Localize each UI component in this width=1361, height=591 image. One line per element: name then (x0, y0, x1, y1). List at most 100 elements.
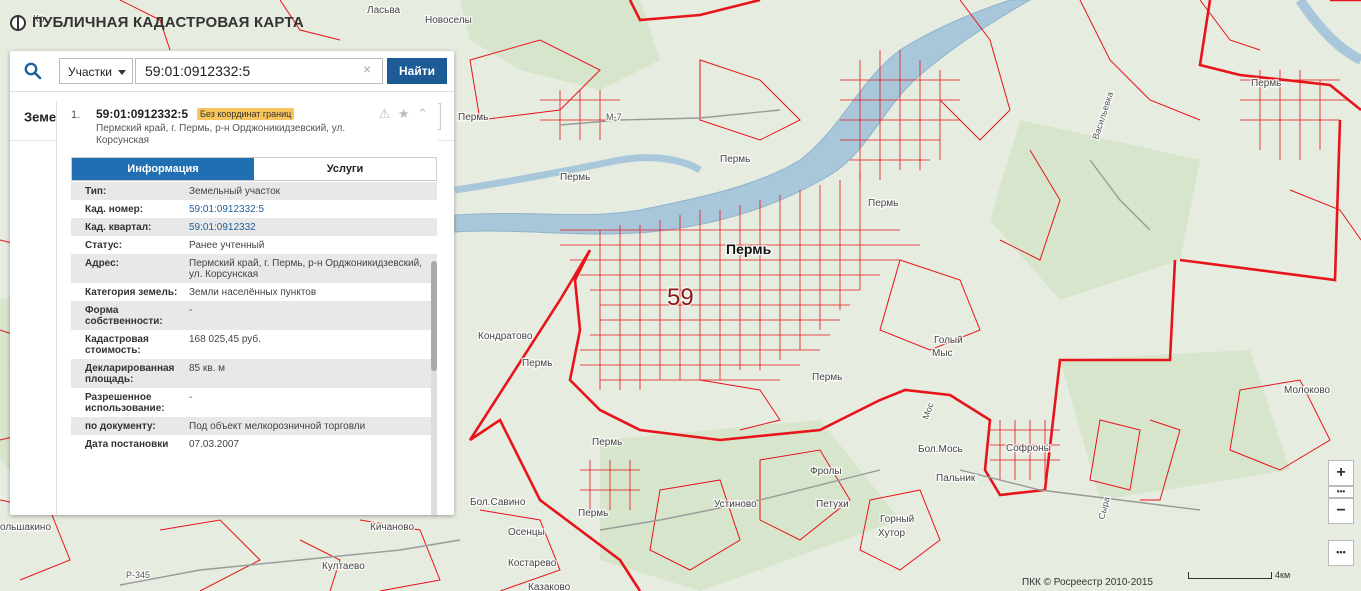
scrollbar[interactable] (431, 261, 437, 515)
zoom-slider-icon[interactable]: ••• (1328, 486, 1354, 498)
scale-label: 4км (1275, 570, 1291, 580)
cadastral-quarter-link[interactable]: 59:01:0912332 (189, 222, 437, 233)
attribute-key: Кад. номер: (85, 204, 144, 215)
attribute-value: Пермский край, г. Пермь, р-н Орджоникидз… (189, 258, 422, 280)
chevron-down-icon (118, 70, 126, 75)
place-label: Молоково (1284, 385, 1331, 396)
attribute-row: Адрес: Пермский край, г. Пермь, р-н Орджо… (71, 254, 437, 283)
road-label: Р-345 (126, 570, 150, 580)
place-label: Бол.Мось (918, 444, 963, 455)
place-label: Култаево (322, 561, 365, 572)
attribute-key: по документу: (85, 421, 156, 432)
attribute-row: Кад. квартал: 59:01:0912332 (71, 218, 437, 236)
attribute-value: Земельный участок (189, 186, 281, 197)
attribute-row: Форма собственности: - (71, 301, 437, 330)
place-label: Устиново (714, 499, 757, 510)
place-label: Петухи (816, 499, 849, 510)
place-label: Пермь (720, 154, 750, 165)
place-label: Пермь (868, 198, 898, 209)
attribute-key: Декларированная площадь: (85, 363, 175, 385)
more-tools-button[interactable]: ••• (1328, 540, 1354, 566)
place-label: Софроны (1006, 442, 1051, 454)
attribute-row: Разрешенное использование: - (71, 388, 437, 417)
tab-information[interactable]: Информация (72, 158, 254, 180)
result-address: Пермский край, г. Пермь, р-н Орджоникидз… (96, 123, 346, 146)
place-label: Пермь (560, 172, 590, 183)
city-label: Пермь (726, 241, 772, 257)
place-label: Казаково (528, 582, 571, 591)
find-button[interactable]: Найти (387, 58, 447, 84)
region-code-label: 59 (667, 284, 694, 311)
result-cadastral-number[interactable]: 59:01:0912332:5 (96, 107, 188, 121)
attribute-value: Земли населённых пунктов (189, 287, 317, 298)
attribute-key: Статус: (85, 240, 123, 251)
attribute-value: Под объект мелкорозничной торговли (189, 421, 366, 432)
attribute-row: Тип: Земельный участок (71, 182, 437, 200)
parcel-card-header[interactable]: 1. 59:01:0912332:5 Без координат границ … (57, 101, 438, 157)
place-label: Ласьва (367, 5, 401, 16)
attribution[interactable]: ПКК © Росреестр 2010-2015 (1022, 577, 1153, 588)
app-title[interactable]: ПУБЛИЧНАЯ КАДАСТРОВАЯ КАРТА (10, 14, 304, 31)
place-label: Осенцы (508, 527, 545, 538)
place-label: ольшакино (0, 522, 51, 533)
attribute-row: Кад. номер: 59:01:0912332:5 (71, 200, 437, 218)
attribute-row: Статус: Ранее учтенный (71, 236, 437, 254)
status-badge: Без координат границ (197, 108, 295, 120)
search-bar: Участки × Найти (10, 51, 454, 92)
place-label: Пермь (458, 112, 488, 123)
zoom-in-button[interactable]: + (1328, 460, 1354, 486)
attribute-key: Категория земель: (85, 287, 178, 298)
attribute-key: Кад. квартал: (85, 222, 152, 233)
result-index: 1. (71, 109, 81, 121)
clear-icon[interactable]: × (363, 61, 371, 77)
place-label: Горный (880, 514, 914, 525)
place-label: Кичаново (370, 522, 414, 533)
road-label: М-7 (606, 112, 622, 122)
place-label: Новоселы (425, 15, 472, 26)
attribute-value: - (189, 392, 193, 403)
place-label: Хутор (878, 528, 905, 539)
attribute-row: по документу: Под объект мелкорозничной т… (71, 417, 437, 435)
search-icon[interactable] (24, 62, 42, 80)
logo-icon (10, 14, 26, 31)
app-title-text: ПУБЛИЧНАЯ КАДАСТРОВАЯ КАРТА (32, 14, 304, 31)
card-tools-icons[interactable]: ⚠ ★ ⌃ (379, 106, 430, 122)
place-label: Пермь (522, 358, 552, 369)
attribute-key: Кадастровая стоимость: (85, 334, 149, 356)
attribute-table: Тип: Земельный участок Кад. номер: 59:01:0… (71, 182, 437, 453)
attribute-row: Дата постановки 07.03.2007 (71, 435, 437, 453)
attribute-value: 07.03.2007 (189, 439, 240, 450)
attribute-row: Категория земель: Земли населённых пункто… (71, 283, 437, 301)
tab-services[interactable]: Услуги (254, 158, 436, 180)
place-label: Голый (934, 335, 963, 346)
place-label: Костарево (508, 558, 557, 569)
attribute-key: Разрешенное использование: (85, 392, 165, 414)
attribute-value: 85 кв. м (189, 363, 226, 374)
attribute-key: Дата постановки (85, 439, 169, 450)
attribute-key: Тип: (85, 186, 107, 197)
place-label: Пермь (578, 508, 608, 519)
attribute-value: Ранее учтенный (189, 240, 265, 251)
attribute-row: Декларированная площадь: 85 кв. м (71, 359, 437, 388)
place-label: Пермь (592, 437, 622, 448)
place-label: Пальник (936, 473, 976, 484)
attribute-key: Адрес: (85, 258, 119, 269)
search-type-select[interactable]: Участки (59, 58, 133, 84)
place-label: Пермь (812, 372, 842, 383)
card-tabs: Информация Услуги (71, 157, 437, 181)
place-label: Фролы (810, 466, 842, 477)
place-label: Мыс (932, 348, 953, 359)
place-label: Пермь (1251, 78, 1281, 89)
search-input[interactable] (135, 58, 383, 84)
zoom-out-button[interactable]: − (1328, 498, 1354, 524)
place-label: Кондратово (478, 331, 533, 342)
cadastral-number-link[interactable]: 59:01:0912332:5 (189, 204, 437, 215)
scale-bar (1188, 572, 1272, 579)
search-type-label: Участки (68, 65, 112, 79)
attribute-value: 168 025,45 руб. (189, 334, 261, 345)
attribute-key: Форма собственности: (85, 305, 163, 327)
place-label: Бол.Савино (470, 497, 526, 508)
attribute-row: Кадастровая стоимость: 168 025,45 руб. (71, 330, 437, 359)
attribute-value: - (189, 305, 193, 316)
parcel-card: 1. 59:01:0912332:5 Без координат границ … (56, 101, 438, 515)
